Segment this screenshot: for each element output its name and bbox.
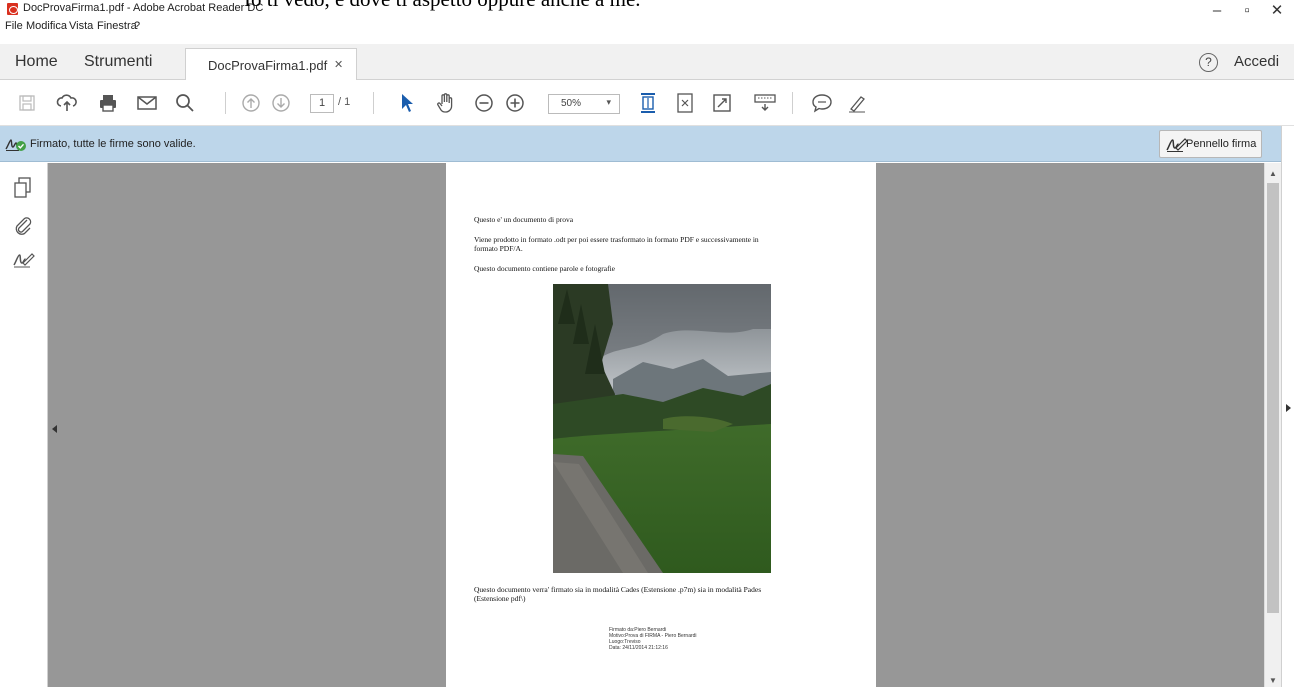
collapse-left-panel-icon[interactable] — [52, 425, 57, 433]
upload-cloud-icon[interactable] — [55, 91, 79, 115]
menu-vista[interactable]: Vista — [69, 20, 93, 32]
page-thumbnails-icon[interactable] — [13, 177, 35, 199]
signin-link[interactable]: Accedi — [1234, 53, 1279, 70]
signatures-panel-icon[interactable] — [13, 250, 35, 272]
signature-status-bar: Firmato, tutte le firme sono valide. Pen… — [0, 126, 1282, 162]
window-title: DocProvaFirma1.pdf - Adobe Acrobat Reade… — [23, 2, 264, 14]
acrobat-app-icon — [7, 3, 18, 15]
doc-line-1: Questo e' un documento di prova — [474, 215, 574, 224]
doc-line-2: Viene prodotto in formato .odt per poi e… — [474, 235, 759, 244]
scroll-down-icon[interactable]: ▼ — [1269, 676, 1277, 685]
signature-appearance[interactable]: Firmato da:Piero Bernardi Motivo:Prova d… — [609, 627, 697, 651]
zoom-in-icon[interactable] — [503, 91, 527, 115]
fit-page-height-icon[interactable] — [636, 91, 660, 115]
full-screen-icon[interactable] — [710, 91, 734, 115]
scroll-up-icon[interactable]: ▲ — [1269, 169, 1277, 178]
help-icon[interactable]: ? — [1199, 53, 1218, 72]
attachments-icon[interactable] — [13, 214, 35, 236]
title-bar: DocProvaFirma1.pdf - Adobe Acrobat Reade… — [0, 0, 1294, 19]
doc-line-4b: (Estensione pdf\) — [474, 594, 526, 603]
print-icon[interactable] — [96, 91, 120, 115]
chevron-down-icon: ▾ — [606, 97, 611, 107]
zoom-out-icon[interactable] — [472, 91, 496, 115]
overlapping-background-text: Io ti vedo, e dove ti aspetto oppure anc… — [244, 0, 641, 12]
fit-page-icon[interactable] — [673, 91, 697, 115]
zoom-level-value: 50% — [561, 98, 582, 109]
sig-date: Data: 24/11/2014 21:12:16 — [609, 645, 668, 651]
toolbar: 1 / 1 50% ▾ — [0, 80, 1294, 126]
document-viewer[interactable]: Questo e' un documento di prova Viene pr… — [48, 163, 1264, 687]
page-number-input[interactable]: 1 — [310, 94, 334, 113]
previous-page-icon[interactable] — [239, 91, 263, 115]
tab-tools[interactable]: Strumenti — [84, 53, 152, 71]
doc-line-2b: formato PDF/A. — [474, 244, 523, 253]
search-icon[interactable] — [173, 91, 197, 115]
menu-file[interactable]: File — [5, 20, 23, 32]
left-navigation-panel — [0, 163, 48, 687]
email-icon[interactable] — [135, 91, 159, 115]
tab-close-icon[interactable]: ✕ — [334, 58, 343, 71]
keyboard-tools-icon[interactable] — [753, 91, 777, 115]
next-page-icon[interactable] — [269, 91, 293, 115]
tab-home[interactable]: Home — [15, 53, 58, 71]
signature-panel-label: Pennello firma — [1186, 138, 1257, 150]
tab-document[interactable]: DocProvaFirma1.pdf ✕ — [185, 48, 357, 81]
hand-tool-icon[interactable] — [434, 91, 458, 115]
toolbar-separator — [225, 92, 226, 114]
document-photo — [553, 284, 771, 573]
doc-line-4: Questo documento verra' firmato sia in m… — [474, 585, 762, 594]
right-panel-toggle-strip — [1281, 126, 1294, 687]
pdf-page: Questo e' un documento di prova Viene pr… — [446, 163, 876, 687]
zoom-level-dropdown[interactable]: 50% ▾ — [548, 94, 620, 114]
signature-valid-icon — [5, 136, 27, 152]
toolbar-separator — [373, 92, 374, 114]
tab-bar: Home Strumenti DocProvaFirma1.pdf ✕ ? Ac… — [0, 44, 1294, 81]
expand-right-panel-icon[interactable] — [1286, 404, 1291, 412]
signature-panel-button[interactable]: Pennello firma — [1159, 130, 1262, 158]
menu-finestra[interactable]: Finestra — [97, 20, 137, 32]
tab-document-label: DocProvaFirma1.pdf — [208, 58, 328, 73]
save-icon[interactable] — [15, 91, 39, 115]
menu-modifica[interactable]: Modifica — [26, 20, 67, 32]
comment-icon[interactable] — [810, 91, 834, 115]
toolbar-separator — [792, 92, 793, 114]
select-cursor-icon[interactable] — [395, 91, 419, 115]
menu-bar: File Modifica Vista Finestra ? — [0, 18, 1294, 35]
page-total: / 1 — [338, 96, 351, 108]
signature-pen-icon — [1166, 136, 1188, 153]
doc-line-3: Questo documento contiene parole e fotog… — [474, 264, 615, 273]
signature-status-text: Firmato, tutte le firme sono valide. — [30, 138, 196, 150]
menu-help[interactable]: ? — [134, 20, 140, 32]
pen-highlight-icon[interactable] — [845, 91, 869, 115]
vertical-scrollbar[interactable]: ▲ ▼ — [1264, 163, 1281, 687]
scrollbar-thumb[interactable] — [1267, 183, 1279, 613]
